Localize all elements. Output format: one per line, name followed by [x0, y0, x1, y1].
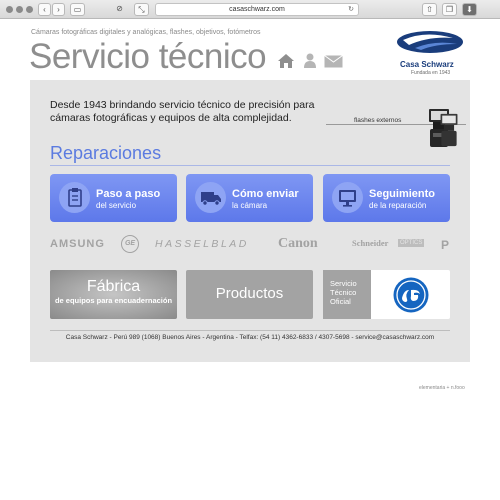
brand-partial[interactable]: P: [441, 238, 449, 252]
browser-toolbar: ‹ › ▭ ⊘ ⤡ casaschwarz.com ↻ ⇧ ❐ ⬇: [0, 0, 500, 19]
como-enviar-button[interactable]: Cómo enviar la cámara: [186, 174, 313, 222]
productos-tile[interactable]: Productos: [186, 270, 313, 319]
site-credits[interactable]: elementaria + n.fooo: [419, 385, 465, 391]
share-icon[interactable]: ⇧: [422, 3, 437, 16]
logo-name: Casa Schwarz: [400, 60, 454, 69]
paso-a-paso-button[interactable]: Paso a paso del servicio: [50, 174, 177, 222]
close-window-icon[interactable]: [6, 6, 13, 13]
reload-icon[interactable]: ↻: [348, 4, 354, 15]
no-track-icon[interactable]: ⊘: [111, 3, 128, 16]
header-tagline: Cámaras fotográficas digitales y analógi…: [31, 29, 261, 36]
sidebar-toggle-icon[interactable]: ▭: [70, 3, 85, 16]
ge-line: Técnico: [330, 288, 357, 297]
fabrica-tile[interactable]: Fábrica de equipos para encuadernación: [50, 270, 177, 319]
footer-address: Casa Schwarz - Perú 989 (1068) Buenos Ai…: [65, 334, 435, 341]
button-title: Cómo enviar: [232, 188, 299, 200]
button-subtitle: de la reparación: [369, 201, 427, 210]
back-button[interactable]: ‹: [38, 3, 51, 16]
section-divider: [50, 165, 450, 166]
ge-service-label: Servicio Técnico Oficial: [323, 270, 371, 319]
user-icon[interactable]: [303, 53, 317, 69]
brand-strip: AMSUNG GE HASSELBLAD Canon Schneider OPT…: [50, 235, 470, 257]
truck-icon: [195, 182, 226, 213]
brand-hasselblad[interactable]: HASSELBLAD: [155, 238, 249, 250]
logo-subtitle: Fundada en 1943: [411, 70, 451, 76]
button-subtitle: del servicio: [96, 201, 137, 210]
home-icon[interactable]: [277, 53, 295, 69]
clipboard-icon: [59, 182, 90, 213]
main-content: Desde 1943 brindando servicio técnico de…: [30, 80, 470, 362]
forward-button[interactable]: ›: [52, 3, 65, 16]
web-page: Cámaras fotográficas digitales y analógi…: [0, 20, 500, 500]
resize-icon[interactable]: ⤡: [134, 3, 149, 16]
productos-label: Productos: [215, 285, 284, 302]
fabrica-subtitle: de equipos para encuadernación: [54, 296, 173, 305]
ge-service-tile[interactable]: Servicio Técnico Oficial: [323, 270, 450, 319]
brand-canon[interactable]: Canon: [278, 236, 318, 252]
button-title: Paso a paso: [96, 188, 161, 200]
brand-samsung[interactable]: AMSUNG: [50, 238, 105, 250]
seguimiento-button[interactable]: Seguimiento de la reparación: [323, 174, 450, 222]
section-title-reparaciones: Reparaciones: [50, 143, 162, 163]
button-subtitle: la cámara: [232, 201, 268, 210]
monitor-icon: [332, 182, 363, 213]
flashes-link[interactable]: flashes externos: [354, 117, 401, 124]
intro-text: Desde 1943 brindando servicio técnico de…: [50, 99, 315, 124]
tabs-icon[interactable]: ❐: [442, 3, 457, 16]
envelope-icon[interactable]: [324, 55, 343, 68]
button-title: Seguimiento: [369, 188, 436, 200]
footer-divider: [50, 330, 450, 331]
ge-logo-icon: [393, 277, 429, 313]
fabrica-title: Fábrica: [86, 278, 141, 295]
page-title: Servicio técnico: [29, 37, 267, 76]
zoom-window-icon[interactable]: [26, 6, 33, 13]
url-text: casaschwarz.com: [229, 6, 285, 13]
address-bar[interactable]: casaschwarz.com ↻: [155, 3, 359, 16]
downloads-icon[interactable]: ⬇: [462, 3, 477, 16]
brand-schneider[interactable]: Schneider: [352, 238, 388, 248]
ge-line: Servicio: [330, 279, 357, 288]
brand-ge[interactable]: GE: [121, 235, 139, 253]
minimize-window-icon[interactable]: [16, 6, 23, 13]
ge-line: Oficial: [330, 297, 351, 306]
flash-unit-image-2[interactable]: [438, 112, 460, 148]
brand-optics: OPTICS: [398, 239, 425, 247]
